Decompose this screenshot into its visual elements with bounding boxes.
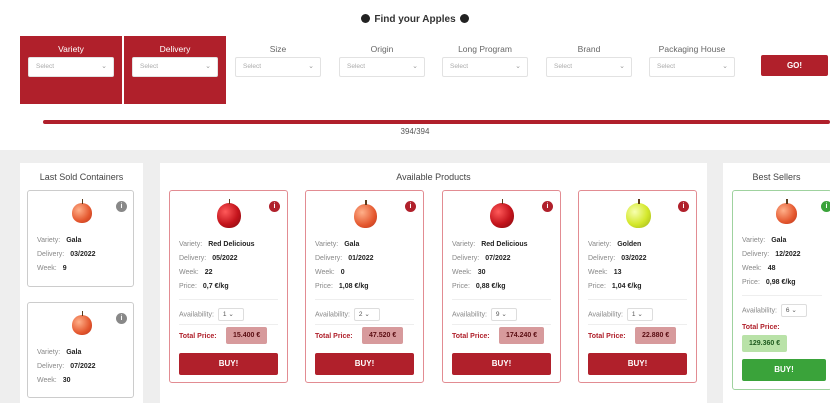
apple-icon bbox=[354, 200, 377, 228]
page-title: Find your Apples bbox=[0, 14, 830, 25]
buy-button[interactable]: BUY! bbox=[315, 353, 414, 375]
apple-icon bbox=[72, 311, 92, 335]
buy-button[interactable]: BUY! bbox=[742, 359, 826, 381]
filter-label: Size bbox=[269, 44, 287, 54]
divider bbox=[588, 324, 687, 325]
best-sellers-title: Best Sellers bbox=[752, 172, 801, 182]
filter-label: Brand bbox=[577, 44, 601, 54]
filter-brand[interactable]: Brand Select ⌄ bbox=[538, 36, 640, 104]
info-icon[interactable]: i bbox=[678, 201, 689, 212]
apple-icon bbox=[217, 199, 241, 228]
product-card[interactable]: i Variety: Red Delicious Delivery: 05/2022… bbox=[169, 190, 288, 383]
availability-row: Availability: 2 ⌄ bbox=[315, 308, 380, 321]
total-price-badge: 22.880 € bbox=[635, 327, 677, 344]
delivery-select[interactable]: Select ⌄ bbox=[132, 57, 218, 77]
availability-select[interactable]: 1 ⌄ bbox=[626, 308, 653, 321]
total-price-label: Total Price: bbox=[452, 333, 490, 340]
divider bbox=[315, 299, 414, 300]
last-sold-card[interactable]: i Variety: Gala Delivery: 03/2022 Week: 9 bbox=[27, 190, 134, 287]
info-icon[interactable]: i bbox=[821, 201, 830, 212]
availability-select[interactable]: 2 ⌄ bbox=[353, 308, 380, 321]
buy-button[interactable]: BUY! bbox=[588, 353, 687, 375]
long-program-select[interactable]: Select ⌄ bbox=[442, 57, 528, 77]
apple-icon bbox=[459, 14, 469, 23]
variety-select[interactable]: Select ⌄ bbox=[28, 57, 114, 77]
chevron-down-icon: ⌄ bbox=[205, 63, 211, 70]
filter-label: Delivery bbox=[159, 44, 191, 54]
product-card[interactable]: i Variety: Gala Delivery: 01/2022 Week: 0 P… bbox=[305, 190, 424, 383]
chevron-down-icon: ⌄ bbox=[619, 63, 625, 70]
info-icon[interactable]: i bbox=[405, 201, 416, 212]
divider bbox=[179, 324, 278, 325]
last-sold-card[interactable]: i Variety: Gala Delivery: 07/2022 Week: 30 bbox=[27, 302, 134, 398]
results-progress-bar bbox=[43, 120, 830, 124]
size-select[interactable]: Select ⌄ bbox=[235, 57, 321, 77]
filter-label: Long Program bbox=[458, 44, 512, 54]
availability-select[interactable]: 6 ⌄ bbox=[780, 304, 807, 317]
divider bbox=[588, 299, 687, 300]
filter-label: Origin bbox=[370, 44, 394, 54]
buy-button[interactable]: BUY! bbox=[179, 353, 278, 375]
chevron-down-icon: ⌄ bbox=[722, 63, 728, 70]
filter-variety[interactable]: Variety Select ⌄ bbox=[20, 36, 122, 104]
chevron-down-icon: ⌄ bbox=[515, 63, 521, 70]
apple-icon bbox=[490, 199, 514, 228]
total-price-badge: 174.240 € bbox=[499, 327, 545, 344]
last-sold-title: Last Sold Containers bbox=[39, 172, 124, 182]
divider bbox=[452, 324, 551, 325]
total-price-badge: 129.360 € bbox=[742, 335, 788, 352]
filter-label: Variety bbox=[58, 44, 84, 54]
product-card[interactable]: i Variety: Red Delicious Delivery: 07/2022… bbox=[442, 190, 561, 383]
availability-row: Availability: 6 ⌄ bbox=[742, 304, 807, 317]
availability-select[interactable]: 9 ⌄ bbox=[490, 308, 517, 321]
brand-select[interactable]: Select ⌄ bbox=[546, 57, 632, 77]
filter-delivery[interactable]: Delivery Select ⌄ bbox=[124, 36, 226, 104]
results-count: 394/394 bbox=[400, 127, 430, 136]
divider bbox=[742, 295, 822, 296]
product-card[interactable]: i Variety: Golden Delivery: 03/2022 Week: 1… bbox=[578, 190, 697, 383]
total-price-label: Total Price: bbox=[179, 333, 217, 340]
apple-icon bbox=[361, 14, 371, 23]
origin-select[interactable]: Select ⌄ bbox=[339, 57, 425, 77]
packaging-house-select[interactable]: Select ⌄ bbox=[649, 57, 735, 77]
total-price-badge: 47.520 € bbox=[362, 327, 404, 344]
go-button[interactable]: GO! bbox=[761, 55, 828, 76]
chevron-down-icon: ⌄ bbox=[308, 63, 314, 70]
info-icon[interactable]: i bbox=[116, 201, 127, 212]
info-icon[interactable]: i bbox=[542, 201, 553, 212]
apple-icon bbox=[776, 199, 797, 224]
availability-row: Availability: 1 ⌄ bbox=[179, 308, 244, 321]
apple-icon bbox=[72, 199, 92, 223]
total-price-label: Total Price: bbox=[588, 333, 626, 340]
availability-row: Availability: 9 ⌄ bbox=[452, 308, 517, 321]
total-price-badge: 15.400 € bbox=[226, 327, 268, 344]
filter-label: Packaging House bbox=[658, 44, 726, 54]
chevron-down-icon: ⌄ bbox=[412, 63, 418, 70]
total-price-label: Total Price: bbox=[315, 333, 353, 340]
chevron-down-icon: ⌄ bbox=[101, 63, 107, 70]
apple-icon bbox=[626, 199, 651, 228]
info-icon[interactable]: i bbox=[269, 201, 280, 212]
availability-row: Availability: 1 ⌄ bbox=[588, 308, 653, 321]
filter-origin[interactable]: Origin Select ⌄ bbox=[331, 36, 433, 104]
buy-button[interactable]: BUY! bbox=[452, 353, 551, 375]
availability-select[interactable]: 1 ⌄ bbox=[217, 308, 244, 321]
divider bbox=[315, 324, 414, 325]
filter-bar: Find your Apples Variety Select ⌄ Deliver… bbox=[0, 0, 830, 150]
filter-size[interactable]: Size Select ⌄ bbox=[227, 36, 329, 104]
filter-long-program[interactable]: Long Program Select ⌄ bbox=[434, 36, 536, 104]
divider bbox=[179, 299, 278, 300]
info-icon[interactable]: i bbox=[116, 313, 127, 324]
filter-packaging-house[interactable]: Packaging House Select ⌄ bbox=[641, 36, 743, 104]
available-products-title: Available Products bbox=[396, 172, 471, 182]
total-price-label: Total Price: bbox=[742, 324, 780, 331]
best-seller-card[interactable]: i Variety: Gala Delivery: 12/2022 Week: 48 … bbox=[732, 190, 830, 390]
divider bbox=[452, 299, 551, 300]
